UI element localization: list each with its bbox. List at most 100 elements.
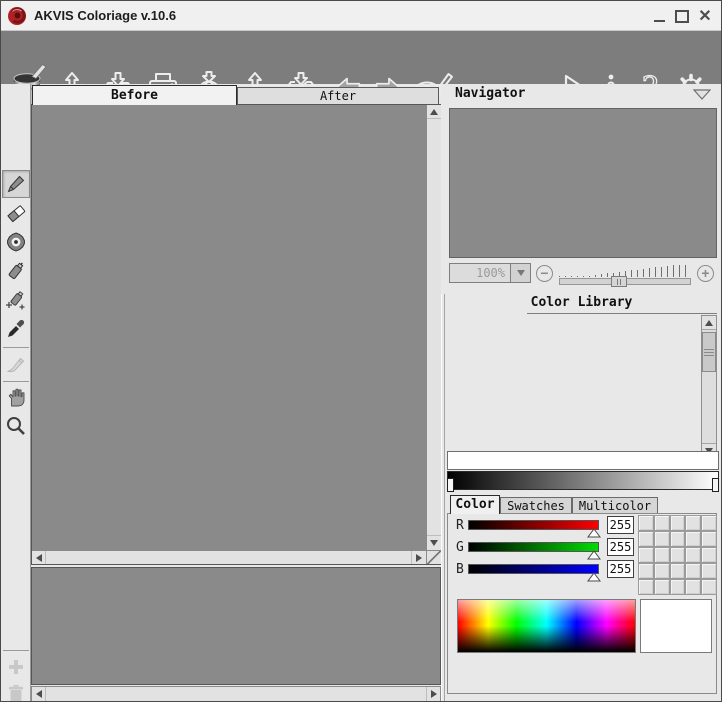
zoom-out-button[interactable]: − — [536, 265, 553, 282]
green-value-field[interactable]: 255 — [607, 538, 634, 556]
swatch-cell[interactable] — [685, 531, 701, 547]
close-icon: ✕ — [698, 10, 711, 24]
eraser-tool[interactable] — [4, 201, 28, 225]
scroll-left-button[interactable] — [32, 687, 46, 701]
reference-pane[interactable] — [31, 567, 441, 685]
tab-before[interactable]: Before — [32, 85, 237, 105]
arrow-left-icon — [36, 554, 42, 562]
collapse-panel-icon[interactable] — [693, 89, 711, 100]
color-pencil-tool[interactable] — [2, 170, 30, 198]
swatch-cell[interactable] — [654, 515, 670, 531]
scroll-right-button[interactable] — [426, 687, 440, 701]
scroll-up-button[interactable] — [702, 316, 716, 330]
scrollbar-thumb[interactable] — [702, 332, 716, 372]
close-button[interactable]: ✕ — [697, 9, 713, 24]
tab-before-label: Before — [111, 88, 158, 103]
swatch-cell[interactable] — [685, 515, 701, 531]
tab-color-label: Color — [455, 497, 494, 512]
app-window: AKVIS Coloriage v.10.6 ✕ — [0, 0, 722, 702]
tab-multicolor[interactable]: Multicolor — [572, 497, 658, 514]
swatch-cell[interactable] — [638, 579, 654, 595]
swatch-cell[interactable] — [670, 547, 686, 563]
swatch-cell[interactable] — [685, 547, 701, 563]
swatch-cell[interactable] — [638, 547, 654, 563]
canvas-horizontal-scrollbar[interactable] — [32, 550, 426, 564]
minimize-button[interactable] — [651, 9, 667, 24]
zoom-dropdown-button[interactable] — [510, 264, 530, 282]
rainbow-color-picker[interactable] — [457, 599, 636, 653]
blue-slider-bar[interactable] — [468, 564, 599, 574]
library-scrollbar[interactable] — [701, 315, 717, 458]
swatch-cell[interactable] — [701, 531, 717, 547]
green-slider-bar[interactable] — [468, 542, 599, 552]
zoom-tool[interactable] — [4, 414, 28, 438]
navigator-title: Navigator — [455, 86, 525, 101]
arrow-right-icon — [416, 554, 422, 562]
image-canvas-before[interactable] — [32, 105, 426, 550]
zoom-combobox[interactable]: 100% — [449, 263, 531, 283]
navigator-preview[interactable] — [449, 108, 717, 258]
brightness-range-bar[interactable] — [447, 451, 719, 470]
minimize-icon — [654, 20, 665, 22]
arrow-up-icon — [430, 109, 438, 115]
swatch-cell[interactable] — [654, 579, 670, 595]
grayscale-gradient-bar[interactable] — [447, 471, 719, 490]
magic-tube-tool[interactable] — [4, 288, 28, 312]
tools-sidebar — [1, 84, 31, 702]
swatch-cell[interactable] — [654, 531, 670, 547]
tab-multicolor-label: Multicolor — [579, 499, 651, 513]
swatch-cell[interactable] — [638, 563, 654, 579]
swatch-cell[interactable] — [670, 579, 686, 595]
tab-after-label: After — [320, 89, 356, 103]
swatch-cell[interactable] — [701, 579, 717, 595]
tab-color[interactable]: Color — [450, 495, 500, 514]
scrollbar-corner-resize[interactable] — [426, 550, 441, 564]
swatch-cell[interactable] — [670, 531, 686, 547]
navigator-header: Navigator — [441, 84, 722, 104]
swatch-cell[interactable] — [638, 515, 654, 531]
scroll-right-button[interactable] — [411, 551, 425, 564]
swatch-cell[interactable] — [654, 547, 670, 563]
swatch-cell[interactable] — [670, 563, 686, 579]
recent-swatches-grid — [638, 515, 717, 595]
zoom-slider-handle[interactable] — [611, 276, 627, 287]
canvas-vertical-scrollbar[interactable] — [426, 105, 441, 550]
keep-color-pencil-tool[interactable] — [4, 230, 28, 254]
swatch-cell[interactable] — [701, 515, 717, 531]
swatch-cell[interactable] — [654, 563, 670, 579]
color-library-title: Color Library — [441, 295, 722, 310]
blue-slider-handle[interactable] — [587, 572, 601, 582]
gradient-handle-left[interactable] — [447, 478, 454, 492]
scroll-down-button[interactable] — [427, 535, 441, 549]
main-toolbar: ? — [1, 31, 721, 84]
red-slider-handle[interactable] — [587, 528, 601, 538]
green-slider-handle[interactable] — [587, 550, 601, 560]
maximize-button[interactable] — [674, 9, 690, 24]
scroll-up-button[interactable] — [427, 105, 441, 119]
swatch-cell[interactable] — [638, 531, 654, 547]
red-slider-bar[interactable] — [468, 520, 599, 530]
blue-value-field[interactable]: 255 — [607, 560, 634, 578]
eyedropper-tool[interactable] — [4, 317, 28, 341]
swatch-cell[interactable] — [685, 563, 701, 579]
swatch-cell[interactable] — [701, 563, 717, 579]
swatch-cell[interactable] — [701, 547, 717, 563]
color-library-list[interactable] — [445, 314, 699, 458]
gradient-handle-right[interactable] — [712, 478, 719, 492]
color-tab-panel: R 255 G 255 B 255 — [447, 513, 717, 694]
arrow-down-icon — [430, 540, 438, 546]
reference-horizontal-scrollbar[interactable] — [31, 686, 441, 702]
tab-after[interactable]: After — [237, 87, 439, 105]
red-value-field[interactable]: 255 — [607, 516, 634, 534]
tab-swatches[interactable]: Swatches — [500, 497, 572, 514]
swatch-cell[interactable] — [685, 579, 701, 595]
swatch-cell[interactable] — [670, 515, 686, 531]
green-slider-label: G — [456, 540, 464, 555]
tube-tool[interactable] — [4, 259, 28, 283]
tab-swatches-label: Swatches — [507, 499, 565, 513]
tool-separator — [3, 650, 29, 651]
scroll-left-button[interactable] — [32, 551, 46, 564]
hand-tool[interactable] — [4, 385, 28, 409]
zoom-in-button[interactable]: + — [697, 265, 714, 282]
add-button-disabled — [4, 655, 28, 679]
